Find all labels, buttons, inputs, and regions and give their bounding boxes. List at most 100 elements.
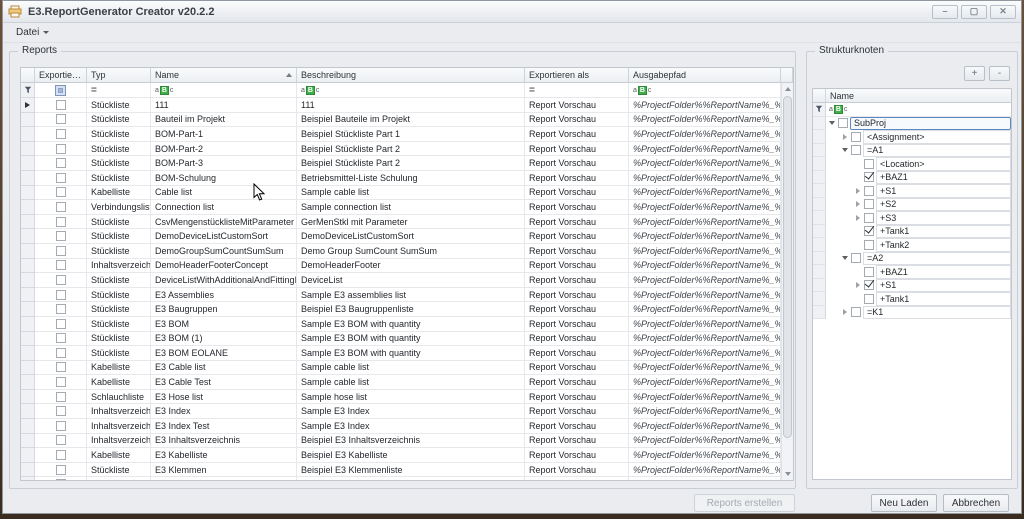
export-checkbox[interactable] xyxy=(56,260,66,270)
cell-typ[interactable]: Stückliste xyxy=(87,346,151,361)
cell-ausgabepfad[interactable]: %ProjectFolder%%ReportName%_%Proje xyxy=(629,463,781,478)
cell-beschreibung[interactable]: Beispiel Stückliste Part 1 xyxy=(297,127,525,142)
cell-ausgabepfad[interactable]: %ProjectFolder%%ReportName%_%Proje xyxy=(629,142,781,157)
export-checkbox[interactable] xyxy=(56,406,66,416)
cell-typ[interactable]: Stückliste xyxy=(87,171,151,186)
cell-typ[interactable]: Inhaltsverzeichnis xyxy=(87,434,151,449)
report-row[interactable]: VerbindungslisteConnection listSample co… xyxy=(21,200,793,215)
cell-beschreibung[interactable]: Beispiel E3 Kabelliste xyxy=(297,448,525,463)
cell-beschreibung[interactable]: Sample cable list xyxy=(297,361,525,376)
cell-typ[interactable]: Inhaltsverzeichnis xyxy=(87,404,151,419)
chevron-collapsed-icon[interactable] xyxy=(852,188,863,194)
scroll-up-button[interactable] xyxy=(782,83,793,95)
cell-beschreibung[interactable]: Sample E3 Index xyxy=(297,404,525,419)
cell-ausgabepfad[interactable]: %ProjectFolder%%ReportName%_%Proje xyxy=(629,215,781,230)
tree-node-row[interactable]: +Tank1 xyxy=(813,292,1011,306)
filter-typ[interactable]: = xyxy=(87,83,151,98)
cell-ausgabepfad[interactable]: %ProjectFolder%%ReportName%_%Proje xyxy=(629,259,781,274)
cell-name[interactable]: E3 BOM xyxy=(151,317,297,332)
cell-exportieren-als[interactable]: Report Vorschau xyxy=(525,244,629,259)
report-row[interactable]: InhaltsverzeichnisE3 IndexSample E3 Inde… xyxy=(21,404,793,419)
cell-beschreibung[interactable]: 111 xyxy=(297,98,525,113)
export-checkbox[interactable] xyxy=(56,348,66,358)
column-header-ausgabepfad[interactable]: Ausgabepfad xyxy=(629,68,781,83)
cell-beschreibung[interactable]: Beispiel E3 Klemmenliste xyxy=(297,463,525,478)
cell-beschreibung[interactable]: Beispiel Stückliste Part 2 xyxy=(297,142,525,157)
cell-exportieren-als[interactable]: Report Vorschau xyxy=(525,113,629,128)
export-checkbox[interactable] xyxy=(56,114,66,124)
tree-node-label[interactable]: =A1 xyxy=(863,144,1011,158)
tree-node-checkbox[interactable] xyxy=(851,307,861,317)
cell-ausgabepfad[interactable]: %ProjectFolder%%ReportName%_%Proje xyxy=(629,375,781,390)
cell-ausgabepfad[interactable]: %ProjectFolder%%ReportName%_%Proje xyxy=(629,171,781,186)
tree-node-label[interactable]: <Location> xyxy=(876,157,1011,171)
cell-typ[interactable]: Stückliste xyxy=(87,215,151,230)
tree-node-row[interactable]: +Tank1 xyxy=(813,225,1011,239)
export-checkbox[interactable] xyxy=(56,362,66,372)
cell-exportieren-als[interactable]: Report Vorschau xyxy=(525,346,629,361)
cell-typ[interactable]: Kabelliste xyxy=(87,361,151,376)
report-row[interactable]: StücklisteE3 MengenstücklisteBeispiel E3… xyxy=(21,477,793,481)
column-header-typ[interactable]: Typ xyxy=(87,68,151,83)
tree-node-label[interactable]: +S2 xyxy=(876,198,1011,212)
export-checkbox[interactable] xyxy=(56,377,66,387)
report-row[interactable]: StücklisteE3 KlemmenBeispiel E3 Klemmenl… xyxy=(21,463,793,478)
checkbox-filter-icon[interactable] xyxy=(55,85,66,96)
cell-name[interactable]: E3 Mengenstückliste xyxy=(151,477,297,481)
tree-node-label[interactable]: +Tank2 xyxy=(876,238,1011,252)
cell-exportieren-als[interactable]: Report Vorschau xyxy=(525,332,629,347)
menu-datei[interactable]: Datei xyxy=(10,25,55,40)
chevron-collapsed-icon[interactable] xyxy=(852,215,863,221)
report-row[interactable]: KabellisteE3 Cable listSample cable list… xyxy=(21,361,793,376)
tree-node-label[interactable]: +BAZ1 xyxy=(876,171,1011,185)
report-row[interactable]: StücklisteBauteil im ProjektBeispiel Bau… xyxy=(21,113,793,128)
tree-node-checkbox[interactable] xyxy=(864,226,874,236)
tree-node-label[interactable]: +Tank1 xyxy=(876,225,1011,239)
cell-exportieren-als[interactable]: Report Vorschau xyxy=(525,434,629,449)
cell-ausgabepfad[interactable]: %ProjectFolder%%ReportName%_%Proje xyxy=(629,127,781,142)
cell-ausgabepfad[interactable]: %ProjectFolder%%ReportName%_%Proje xyxy=(629,419,781,434)
cell-name[interactable]: DeviceListWithAdditionalAndFittingParts xyxy=(151,273,297,288)
scrollbar-thumb[interactable] xyxy=(783,96,792,438)
cell-beschreibung[interactable]: Beispiel E3 Mengenstückliste xyxy=(297,477,525,481)
cell-name[interactable]: Cable list xyxy=(151,186,297,201)
export-checkbox[interactable] xyxy=(56,479,66,481)
column-header-name[interactable]: Name xyxy=(151,68,297,83)
cell-beschreibung[interactable]: Sample connection list xyxy=(297,200,525,215)
chevron-collapsed-icon[interactable] xyxy=(839,309,850,315)
filter-exportieren-als[interactable]: = xyxy=(525,83,629,98)
tree-node-checkbox[interactable] xyxy=(864,267,874,277)
filter-ausgabepfad[interactable]: aBc xyxy=(629,83,781,98)
cell-exportieren-als[interactable]: Report Vorschau xyxy=(525,361,629,376)
cell-exportieren-als[interactable]: Report Vorschau xyxy=(525,156,629,171)
export-checkbox[interactable] xyxy=(56,319,66,329)
cell-typ[interactable]: Inhaltsverzeichnis xyxy=(87,419,151,434)
add-node-button[interactable]: + xyxy=(964,66,985,81)
column-header-exportieren[interactable]: Exportieren xyxy=(35,68,87,83)
tree-node-label[interactable]: +BAZ1 xyxy=(876,265,1011,279)
cell-beschreibung[interactable]: Beispiel E3 Inhaltsverzeichnis xyxy=(297,434,525,449)
close-button[interactable]: ✕ xyxy=(990,5,1016,19)
cell-exportieren-als[interactable]: Report Vorschau xyxy=(525,288,629,303)
cell-beschreibung[interactable]: Sample E3 BOM with quantity xyxy=(297,346,525,361)
export-checkbox[interactable] xyxy=(56,217,66,227)
cell-exportieren-als[interactable]: Report Vorschau xyxy=(525,317,629,332)
create-reports-button[interactable]: Reports erstellen xyxy=(694,494,795,512)
tree-node-label[interactable]: SubProj xyxy=(850,117,1011,131)
cell-ausgabepfad[interactable]: %ProjectFolder%%ReportName%_%Proje xyxy=(629,332,781,347)
tree-node-row[interactable]: +S1 xyxy=(813,279,1011,293)
tree-node-row[interactable]: +Tank2 xyxy=(813,238,1011,252)
cell-typ[interactable]: Stückliste xyxy=(87,477,151,481)
cell-beschreibung[interactable]: GerMenStkl mit Parameter xyxy=(297,215,525,230)
cell-beschreibung[interactable]: Sample cable list xyxy=(297,186,525,201)
cell-typ[interactable]: Verbindungsliste xyxy=(87,200,151,215)
cell-beschreibung[interactable]: Sample E3 Index xyxy=(297,419,525,434)
grid-vertical-scrollbar[interactable] xyxy=(781,83,793,480)
report-row[interactable]: StücklisteBOM-Part-3Beispiel Stückliste … xyxy=(21,156,793,171)
cell-typ[interactable]: Stückliste xyxy=(87,156,151,171)
minimize-button[interactable]: – xyxy=(932,5,958,19)
report-row[interactable]: StücklisteE3 BOMSample E3 BOM with quant… xyxy=(21,317,793,332)
cell-exportieren-als[interactable]: Report Vorschau xyxy=(525,259,629,274)
cell-ausgabepfad[interactable]: %ProjectFolder%%ReportName%_%Proje xyxy=(629,361,781,376)
export-checkbox[interactable] xyxy=(56,129,66,139)
